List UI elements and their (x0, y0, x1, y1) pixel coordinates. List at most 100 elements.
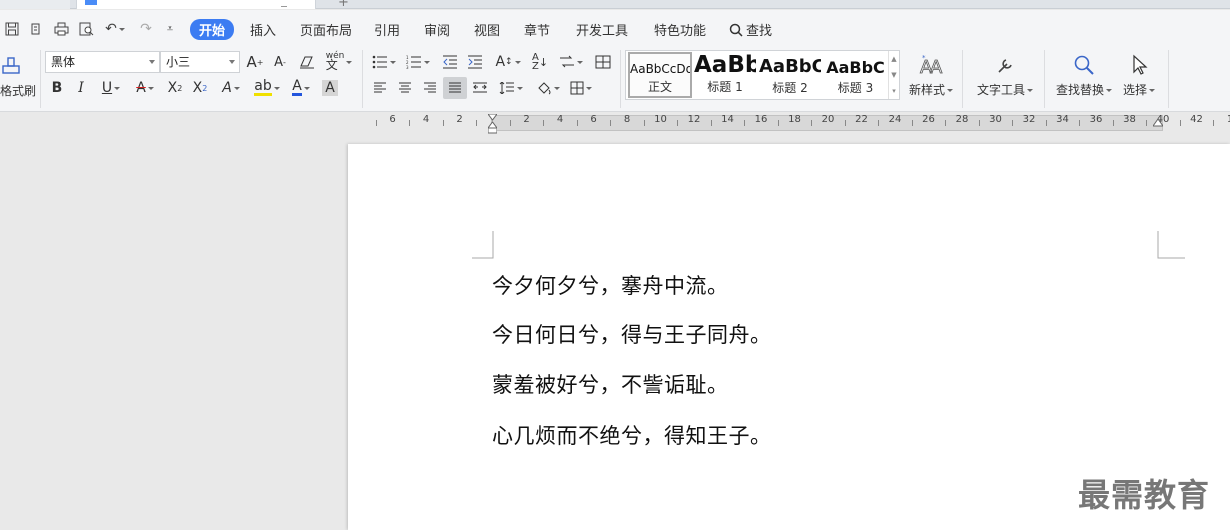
cursor-select-icon[interactable] (1127, 52, 1153, 78)
ruler-tick (1112, 120, 1114, 126)
character-shading-icon[interactable]: A (320, 78, 340, 98)
right-indent-marker-icon[interactable] (1153, 114, 1163, 128)
document-line-4[interactable]: 心几烦而不绝兮，得知王子。 (492, 420, 772, 450)
style-heading-1[interactable]: AaBb 标题 1 (694, 52, 756, 98)
subscript-icon[interactable]: X2 (191, 78, 209, 98)
decrease-font-icon[interactable]: A- (271, 52, 289, 72)
tab-review[interactable]: 审阅 (424, 20, 450, 39)
ruler-label: 16 (754, 114, 768, 125)
undo-icon[interactable]: ↶ (102, 19, 128, 39)
align-center-icon[interactable] (395, 78, 415, 98)
style-normal-name: 正文 (647, 80, 672, 94)
font-size-select[interactable]: 小三 (160, 51, 240, 73)
justify-icon[interactable] (443, 77, 467, 99)
new-tab-plus-icon[interactable]: + (338, 0, 349, 10)
redo-icon[interactable]: ↷ (136, 19, 156, 39)
increase-indent-icon[interactable] (465, 52, 485, 72)
superscript-icon[interactable]: X2 (166, 78, 184, 98)
style-heading-1-sample: AaBb (694, 52, 756, 78)
margin-corner-top-left (472, 231, 494, 259)
style-heading-2-sample: AaBbC (759, 56, 821, 77)
borders-icon[interactable] (567, 78, 595, 98)
ruler-label: 6 (590, 114, 597, 125)
ruler-tick (1079, 120, 1081, 126)
horizontal-ruler[interactable]: 6 4 2 2 4 6 8 10 12 14 16 18 20 22 24 26 28 30 32 34 36 38 40 4… (355, 113, 1230, 133)
document-line-2[interactable]: 今日何日兮，得与王子同舟。 (492, 319, 772, 349)
wrench-icon[interactable] (992, 52, 1020, 78)
ruler-label: 8 (623, 114, 631, 125)
menu-bar: ↶ ↷ ⩡ 开始 插入 页面布局 引用 审阅 视图 章节 开发工具 特色功能 查… (0, 10, 1230, 48)
margin-corner-top-right (1157, 231, 1185, 259)
tab-home[interactable]: 开始 (190, 19, 235, 40)
font-color-icon[interactable]: A (288, 78, 314, 98)
clear-formatting-icon[interactable] (297, 52, 317, 72)
numbered-list-icon[interactable]: 123 (404, 52, 432, 72)
ruler-label: 2 (523, 114, 530, 125)
find-replace-label[interactable]: 查找替换 (1056, 81, 1112, 98)
pin-icon[interactable] (281, 1, 287, 7)
search-tab[interactable]: 查找 (729, 20, 772, 39)
document-line-1[interactable]: 今夕何夕兮，搴舟中流。 (492, 270, 729, 300)
ruler-label: 42 (1190, 114, 1203, 125)
svg-text:A: A (930, 57, 943, 77)
sort-icon[interactable]: A Z ↓ (530, 52, 550, 72)
italic-icon[interactable]: I (72, 78, 90, 98)
font-size-value: 小三 (166, 55, 191, 69)
format-painter-label[interactable]: 格式刷 (0, 82, 36, 99)
ruler-tick (677, 120, 679, 126)
tab-references[interactable]: 引用 (374, 20, 400, 39)
save-icon[interactable] (2, 19, 22, 39)
tab-section[interactable]: 章节 (524, 20, 550, 39)
text-direction-icon[interactable]: A ↕ (494, 52, 522, 72)
print-icon[interactable] (51, 19, 71, 39)
chinese-layout-icon[interactable] (558, 52, 584, 72)
phonetic-guide-icon[interactable]: wén 文 (326, 52, 352, 72)
ruler-tick (442, 120, 444, 126)
text-effect-icon[interactable]: A (218, 78, 244, 98)
format-painter-icon[interactable] (0, 54, 24, 78)
align-right-icon[interactable] (420, 78, 440, 98)
output-pdf-icon[interactable] (26, 19, 46, 39)
ruler-label: 28 (955, 114, 969, 125)
text-tools-label[interactable]: 文字工具 (977, 81, 1033, 98)
tab-special-features[interactable]: 特色功能 (654, 20, 706, 39)
watermark-text: 最需教育 (1078, 476, 1211, 514)
style-heading-3-sample: AaBbC (826, 58, 885, 77)
highlight-icon[interactable]: ab (252, 78, 282, 98)
quick-access-more-icon[interactable]: ⩡ (160, 19, 180, 39)
document-tab-previous[interactable] (0, 0, 70, 9)
paragraph-shading-icon[interactable] (533, 78, 563, 98)
increase-font-icon[interactable]: A + (246, 52, 264, 72)
document-tab-active[interactable] (76, 0, 316, 9)
new-style-label[interactable]: 新样式 (909, 81, 953, 98)
document-tab-strip: + (0, 0, 1230, 10)
print-preview-icon[interactable] (76, 19, 96, 39)
show-hide-marks-icon[interactable] (592, 52, 614, 72)
find-replace-icon[interactable] (1070, 52, 1098, 78)
decrease-indent-icon[interactable] (440, 52, 460, 72)
ruler-label: 26 (922, 114, 935, 125)
tab-page-layout[interactable]: 页面布局 (300, 20, 352, 39)
indent-marker-icon[interactable] (488, 114, 497, 134)
underline-icon[interactable]: U (98, 78, 124, 98)
style-heading-3-name: 标题 3 (837, 81, 874, 95)
align-left-icon[interactable] (370, 78, 390, 98)
tab-view[interactable]: 视图 (474, 20, 500, 39)
style-normal[interactable]: AaBbCcDd 正文 (628, 52, 692, 98)
line-spacing-icon[interactable] (497, 78, 525, 98)
strikethrough-icon[interactable]: A (132, 78, 158, 98)
select-label[interactable]: 选择 (1123, 81, 1155, 98)
ruler-tick (945, 120, 947, 126)
bold-icon[interactable]: B (48, 78, 66, 98)
tab-insert[interactable]: 插入 (250, 20, 276, 39)
bullet-list-icon[interactable] (370, 52, 398, 72)
tab-developer[interactable]: 开发工具 (576, 20, 628, 39)
document-line-3[interactable]: 蒙羞被好兮，不訾诟耻。 (492, 369, 729, 399)
style-gallery-scroll[interactable]: ▲ ▼ ▾ (888, 51, 899, 99)
ruler-tick (811, 120, 813, 126)
style-heading-3[interactable]: AaBbC 标题 3 (824, 52, 887, 98)
style-heading-2[interactable]: AaBbC 标题 2 (759, 52, 821, 98)
distributed-align-icon[interactable] (470, 78, 490, 98)
font-family-select[interactable]: 黑体 (45, 51, 160, 73)
new-style-icon[interactable]: A A * (918, 52, 946, 78)
